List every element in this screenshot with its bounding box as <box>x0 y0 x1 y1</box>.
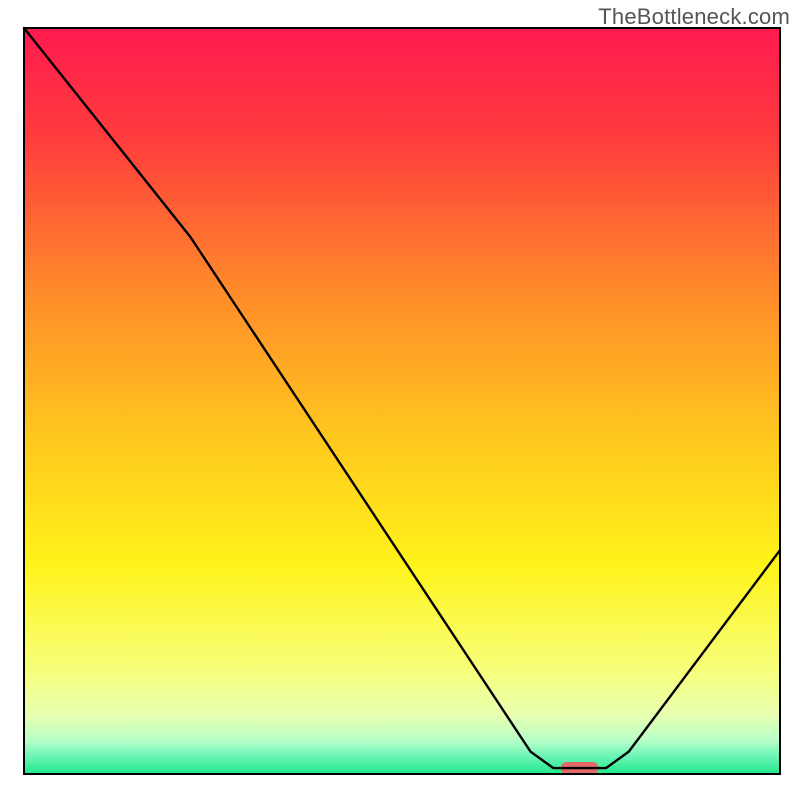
chart-background <box>24 28 780 774</box>
chart-container: TheBottleneck.com <box>0 0 800 800</box>
bottleneck-chart <box>0 0 800 800</box>
